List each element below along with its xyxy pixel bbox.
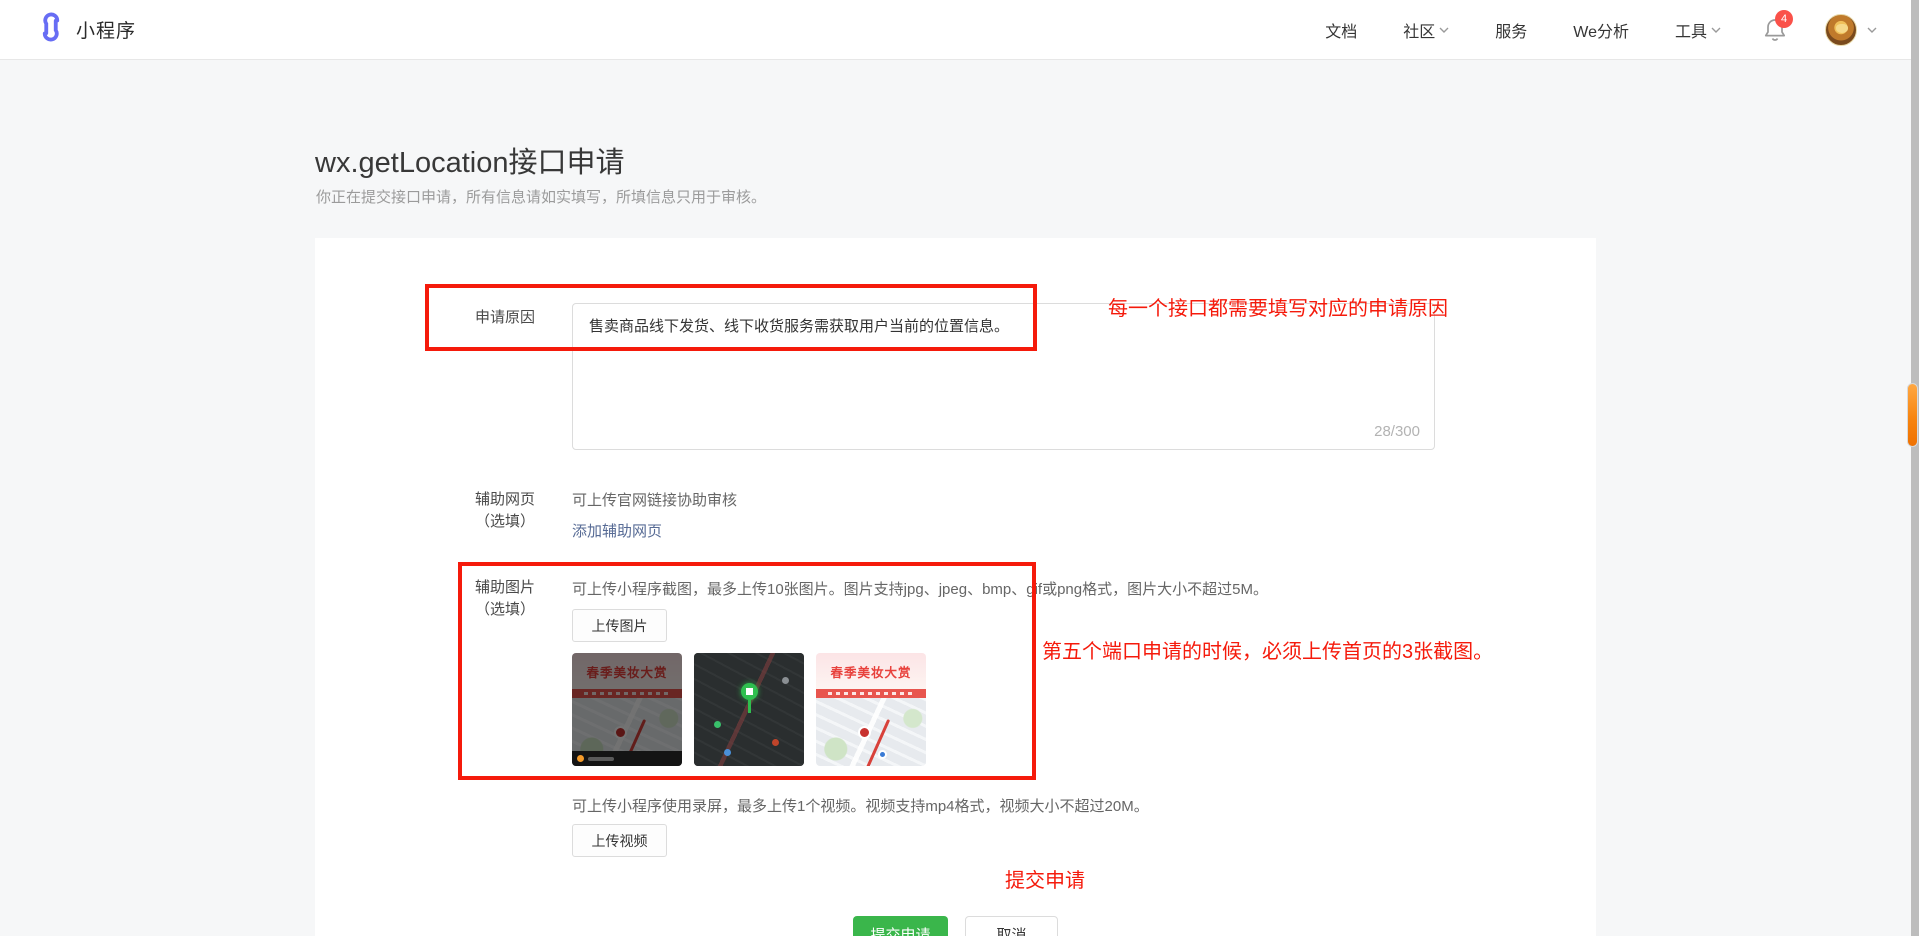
promo-banner-text: 春季美妆大赏 [816, 653, 926, 689]
reason-textarea[interactable]: 售卖商品线下发货、线下收货服务需获取用户当前的位置信息。 [573, 304, 1434, 449]
map-poi-blue [878, 750, 887, 759]
reason-label: 申请原因 [420, 307, 535, 329]
upload-image-button[interactable]: 上传图片 [572, 609, 667, 642]
account-chevron-down-icon[interactable] [1867, 27, 1877, 33]
aux-image-hint: 可上传小程序截图，最多上传10张图片。图片支持jpg、jpeg、bmp、gif或… [572, 578, 1268, 599]
map-poi-red [858, 726, 871, 739]
scrollbar-track[interactable] [1911, 0, 1919, 936]
aux-web-label-text: 辅助网页 [475, 491, 535, 508]
aux-image-thumbnail-2[interactable] [694, 653, 804, 766]
nav-item-label: 工具 [1675, 18, 1707, 42]
miniprogram-logo-icon [36, 12, 66, 47]
footer-avatar-dot [577, 755, 584, 762]
char-counter: 28/300 [1374, 423, 1420, 440]
aux-web-optional: （选填） [420, 511, 535, 533]
notifications-button[interactable]: 4 [1763, 17, 1789, 43]
avatar[interactable] [1825, 14, 1857, 46]
promo-sub-strip [816, 689, 926, 698]
page-subtitle: 你正在提交接口申请，所有信息请如实填写，所填信息只用于审核。 [316, 186, 766, 207]
nav-item-label: We分析 [1573, 18, 1629, 42]
upload-video-button[interactable]: 上传视频 [572, 824, 667, 857]
map-poi-red [614, 726, 627, 739]
notification-badge: 4 [1775, 10, 1793, 28]
nav-item-label: 服务 [1495, 18, 1527, 42]
chevron-down-icon [1439, 27, 1449, 33]
map-dot-green [714, 721, 721, 728]
aux-image-thumbnail-3[interactable]: 春季美妆大赏 [816, 653, 926, 766]
aux-web-label: 辅助网页 （选填） [420, 489, 535, 533]
aux-image-thumbnail-1[interactable]: 春季美妆大赏 [572, 653, 682, 766]
nav-item-community[interactable]: 社区 [1403, 18, 1449, 42]
reason-textarea-wrap: 售卖商品线下发货、线下收货服务需获取用户当前的位置信息。 28/300 [572, 303, 1435, 450]
chevron-down-icon [1711, 27, 1721, 33]
brand-name: 小程序 [76, 16, 136, 43]
thumbnail-footer-bar [572, 751, 682, 766]
nav-item-label: 社区 [1403, 18, 1435, 42]
top-navbar: 小程序 文档 社区 服务 We分析 工具 4 [0, 0, 1919, 60]
map-preview [816, 698, 926, 766]
submit-button[interactable]: 提交申请 [853, 916, 948, 936]
navbar-menu: 文档 社区 服务 We分析 工具 4 [1279, 14, 1877, 46]
map-dot-blue [724, 749, 731, 756]
location-pin-icon [741, 683, 758, 713]
map-route-line [853, 719, 890, 766]
aux-image-optional: （选填） [420, 599, 535, 621]
cancel-button[interactable]: 取消 [965, 916, 1058, 936]
map-dot-red [772, 739, 779, 746]
aux-image-label-text: 辅助图片 [475, 579, 535, 596]
aux-web-hint: 可上传官网链接协助审核 [572, 489, 737, 510]
add-aux-web-link[interactable]: 添加辅助网页 [572, 520, 662, 541]
brand[interactable]: 小程序 [36, 12, 136, 47]
scrollbar-thumb[interactable] [1907, 383, 1918, 447]
promo-sub-strip [572, 689, 682, 698]
aux-image-label: 辅助图片 （选填） [420, 577, 535, 621]
page-title: wx.getLocation接口申请 [315, 139, 624, 181]
nav-item-label: 文档 [1325, 18, 1357, 42]
footer-text-bar [588, 757, 614, 761]
nav-item-we-analytics[interactable]: We分析 [1573, 18, 1629, 42]
promo-banner-text: 春季美妆大赏 [572, 653, 682, 689]
video-hint: 可上传小程序使用录屏，最多上传1个视频。视频支持mp4格式，视频大小不超过20M… [572, 795, 1149, 816]
nav-item-docs[interactable]: 文档 [1325, 18, 1357, 42]
map-dot-grey [782, 677, 789, 684]
nav-item-services[interactable]: 服务 [1495, 18, 1527, 42]
nav-item-tools[interactable]: 工具 [1675, 18, 1721, 42]
